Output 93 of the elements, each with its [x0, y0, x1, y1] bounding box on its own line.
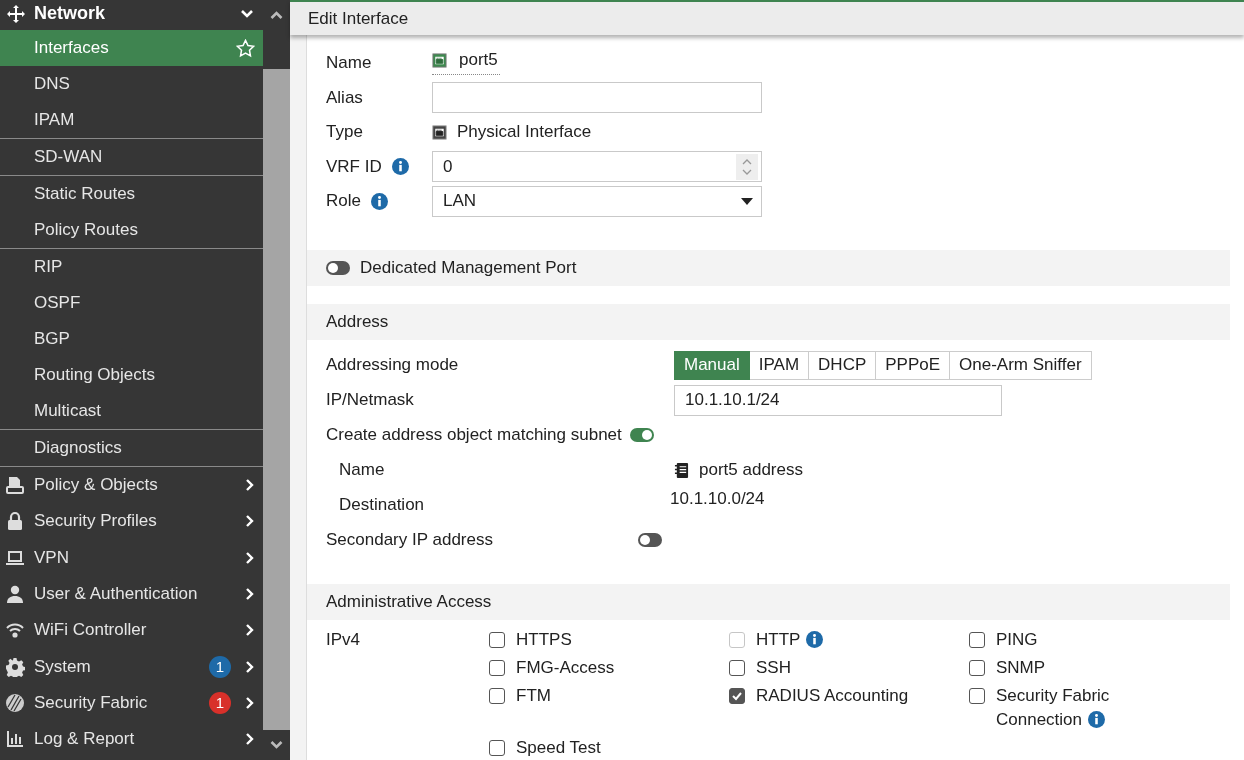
nav-item[interactable]: Routing Objects	[0, 357, 263, 393]
nav-item[interactable]: OSPF	[0, 285, 263, 321]
port-icon	[432, 124, 447, 140]
mode-option[interactable]: Manual	[674, 350, 750, 380]
star-icon	[236, 38, 255, 58]
striped-circle-icon	[5, 692, 25, 713]
checkbox-label: PING	[996, 628, 1038, 651]
nav-item[interactable]: RIP	[0, 249, 263, 285]
chevron-right-icon	[245, 478, 255, 493]
scrollbar[interactable]	[263, 0, 290, 760]
field-label: Destination	[338, 494, 425, 516]
checkbox-label: HTTP	[756, 627, 824, 652]
checkbox[interactable]	[489, 739, 505, 756]
checkbox[interactable]	[729, 687, 745, 704]
chevron-right-icon	[245, 732, 255, 747]
checkbox-label: SNMP	[996, 656, 1046, 679]
spinner-icon[interactable]	[736, 153, 758, 180]
scroll-up-icon[interactable]	[263, 0, 290, 69]
nav-item[interactable]: DNS	[0, 66, 263, 102]
vrf-id-field[interactable]: 0	[432, 151, 762, 183]
checkbox[interactable]	[489, 687, 505, 704]
checkbox-label: HTTPS	[516, 628, 572, 651]
checkbox-label: RADIUS Accounting	[756, 684, 909, 707]
chevron-right-icon	[245, 587, 255, 602]
checkbox[interactable]	[729, 659, 745, 676]
field-label: Secondary IP address	[326, 529, 493, 551]
toggle-switch[interactable]	[629, 428, 654, 442]
ip-netmask-field[interactable]: 10.1.10.1/24	[674, 384, 1002, 416]
nav-item[interactable]: BGP	[0, 321, 263, 357]
nav-item[interactable]: SD-WAN	[0, 139, 263, 175]
interface-type: Physical Interface	[432, 115, 1211, 150]
field-label: Name	[326, 52, 372, 75]
chevron-icon	[240, 8, 254, 19]
alias-field[interactable]	[432, 82, 762, 114]
mode-option[interactable]: IPAM	[749, 350, 810, 380]
section-header: Administrative Access	[307, 583, 1230, 620]
checkbox[interactable]	[969, 659, 985, 676]
lock-icon	[5, 511, 25, 532]
dropdown-caret-icon	[741, 197, 753, 205]
chevron-right-icon	[245, 695, 255, 710]
info-icon[interactable]	[370, 192, 388, 210]
nav-item[interactable]: Diagnostics	[0, 430, 263, 466]
mode-option[interactable]: One-Arm Sniffer	[950, 350, 1092, 380]
field-label: Type	[326, 121, 363, 144]
mode-option[interactable]: DHCP	[809, 350, 877, 380]
interface-name: port5	[432, 46, 500, 75]
address-book-icon	[674, 461, 689, 479]
address-object-name: port5 address	[674, 452, 1211, 488]
info-icon[interactable]	[391, 158, 409, 176]
destination-value: 10.1.10.0/24	[670, 488, 766, 510]
checkbox[interactable]	[969, 631, 985, 648]
info-icon[interactable]	[1088, 710, 1105, 728]
section-header: Address	[307, 303, 1230, 340]
toggle-switch[interactable]	[326, 260, 350, 275]
chevron-right-icon	[245, 514, 255, 529]
chevron-right-icon	[245, 659, 255, 674]
field-label: VRF ID	[326, 156, 382, 177]
checkbox-label: FMG-Access	[516, 656, 615, 679]
chevron-right-icon	[245, 550, 255, 565]
gear-icon	[5, 656, 25, 677]
dialog-title: Edit Interface	[308, 8, 409, 29]
toggle-label: Dedicated Management Port	[360, 257, 577, 278]
bar-chart-icon	[5, 729, 25, 750]
checkbox-label: FTM	[516, 684, 551, 707]
mode-option[interactable]: PPPoE	[876, 350, 951, 380]
field-label: IPv4	[326, 628, 362, 651]
nav-item[interactable]: Policy Routes	[0, 212, 263, 248]
count-badge: 1	[209, 691, 231, 714]
nav-item[interactable]: Interfaces	[0, 30, 263, 66]
checkbox-label: Speed Test	[516, 736, 601, 759]
nav-item[interactable]: IPAM	[0, 102, 263, 138]
nav-item[interactable]: Static Routes	[0, 176, 263, 212]
checkbox[interactable]	[489, 659, 505, 676]
checkbox[interactable]	[969, 687, 985, 704]
field-label: IP/Netmask	[326, 389, 414, 411]
count-badge: 1	[209, 655, 231, 678]
scroll-down-icon[interactable]	[263, 730, 290, 760]
field-label: Alias	[326, 86, 363, 109]
port-icon	[432, 52, 447, 68]
field-label: Name	[338, 459, 385, 481]
move-icon	[6, 3, 26, 24]
field-label: Role	[326, 191, 361, 212]
nav-header-label: Network	[34, 3, 106, 24]
role-dropdown[interactable]: LAN	[432, 185, 762, 217]
chevron-right-icon	[245, 623, 255, 638]
nav-item[interactable]: Multicast	[0, 393, 263, 429]
field-label: Create address object matching subnet	[326, 425, 622, 445]
checkbox-label: Security Fabric Connection	[996, 684, 1111, 731]
user-icon	[5, 584, 25, 605]
checkbox[interactable]	[489, 631, 505, 648]
toggle-switch[interactable]	[638, 533, 662, 547]
checkbox-label: SSH	[756, 656, 791, 679]
field-label: Addressing mode	[326, 354, 459, 376]
